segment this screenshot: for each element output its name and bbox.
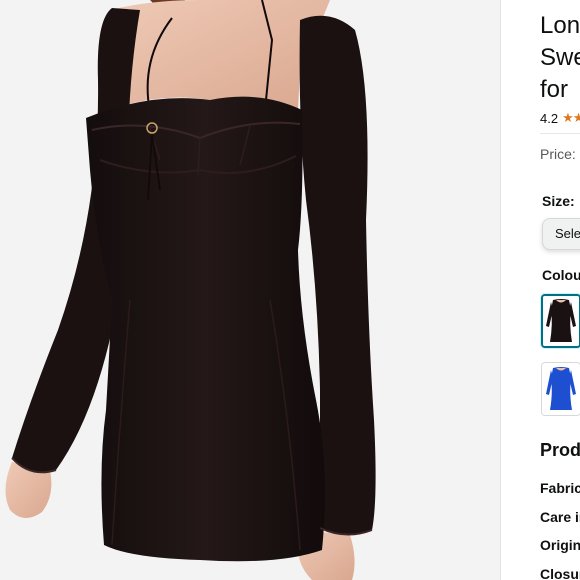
colour-swatch-black[interactable] bbox=[541, 294, 580, 348]
size-dropdown[interactable]: Sele bbox=[542, 218, 580, 250]
price-label: Price: bbox=[540, 146, 576, 162]
black-dress-thumbnail bbox=[543, 296, 579, 346]
star-rating-icon[interactable]: ★★ bbox=[562, 110, 580, 126]
size-label: Size: bbox=[542, 193, 575, 209]
colour-swatch-blue[interactable] bbox=[541, 362, 580, 416]
product-title-line-3[interactable]: for bbox=[540, 74, 568, 106]
dress-photo bbox=[5, 0, 376, 580]
detail-label-care: Care in bbox=[540, 509, 580, 525]
product-title-line-1[interactable]: Lon bbox=[540, 10, 580, 42]
detail-label-origin: Origin bbox=[540, 537, 580, 553]
detail-label-fabric: Fabric bbox=[540, 480, 580, 496]
product-main-image[interactable] bbox=[0, 0, 500, 580]
blue-dress-thumbnail bbox=[542, 363, 580, 415]
rating-value: 4.2 bbox=[540, 110, 559, 126]
detail-label-closure: Closur bbox=[540, 566, 580, 580]
colour-label: Colou bbox=[542, 267, 580, 283]
product-details-heading: Prod bbox=[540, 440, 580, 460]
product-info-column: Lon Swe for 4.2 ★★ Price: Size: Sele Col… bbox=[501, 0, 580, 580]
rating-row[interactable]: 4.2 ★★ bbox=[540, 110, 580, 126]
product-title-line-2[interactable]: Swe bbox=[540, 42, 580, 74]
section-divider bbox=[540, 133, 580, 134]
